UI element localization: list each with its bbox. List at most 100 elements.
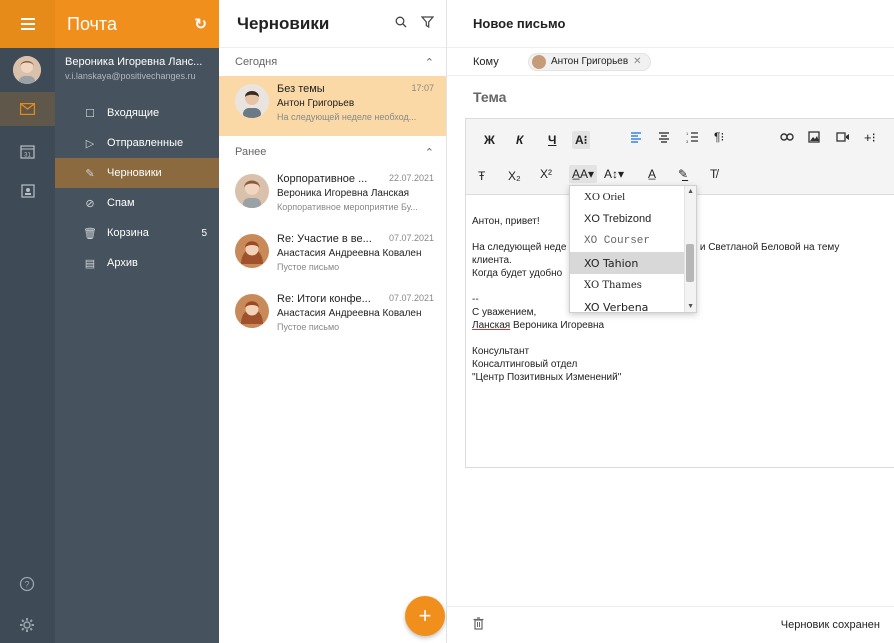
font-family-button[interactable]: A̲A▾ [569,165,598,183]
settings-icon[interactable] [19,617,35,633]
list-item[interactable]: Re: Участие в ве... 07.07.2021 Анастасия … [219,226,446,286]
message-date: 07.07.2021 [388,233,434,243]
message-from: Анастасия Андреевна Ковален [277,248,422,259]
font-option[interactable]: XO Verbena [570,296,696,313]
align-left-icon[interactable] [630,131,642,146]
contacts-icon [20,183,36,199]
scrollbar-thumb[interactable] [686,244,694,282]
list-item[interactable]: Корпоративное ... 22.07.2021 Вероника Иго… [219,166,446,226]
message-from: Вероника Игоревна Ланская [277,188,410,199]
menu-button[interactable] [0,0,55,48]
clear-format-button[interactable]: T̸ [710,167,717,181]
body-line: Ланская Вероника Игоревна [472,320,605,331]
collapse-icon[interactable]: ⌃ [425,56,434,69]
compose-button[interactable]: + [405,596,445,636]
font-option[interactable]: XO Oriel [570,186,696,208]
message-subject: Корпоративное ... [277,173,368,185]
to-label: Кому [473,55,499,68]
image-icon[interactable] [808,131,820,146]
trash-count-badge: 5 [201,227,207,239]
recipient-chip[interactable]: Антон Григорьев ✕ [528,52,651,71]
help-icon[interactable]: ? [19,576,35,592]
account-info[interactable]: Вероника Игоревна Ланс... v.i.lanskaya@p… [55,48,219,98]
font-family-dropdown[interactable]: XO Oriel XO Trebizond XO Courser XO Tahi… [569,185,697,313]
folders-header: Почта ↻ [55,0,219,48]
message-preview: Корпоративное мероприятие Бу... [277,202,418,212]
align-center-icon[interactable] [658,131,670,146]
video-icon[interactable] [836,131,850,146]
recipient-row[interactable]: Кому Антон Григорьев ✕ [447,48,894,76]
paragraph-icon[interactable]: ¶⁝ [714,130,724,144]
recipient-name: Антон Григорьев [551,56,629,67]
line-height-button[interactable]: A↕▾ [604,167,624,181]
font-size-button[interactable]: A⁝ [572,131,591,149]
message-preview: Пустое письмо [277,262,340,272]
svg-text:1: 1 [686,131,689,136]
delete-draft-icon[interactable] [473,617,484,633]
send-icon: ▷ [85,137,95,150]
message-from: Антон Григорьев [277,98,355,109]
group-earlier[interactable]: Ранее ⌃ [219,138,446,166]
rail-calendar[interactable]: 31 [0,134,55,168]
font-option-selected[interactable]: XO Tahion [570,252,696,274]
folder-label: Архив [107,257,138,269]
search-icon[interactable] [395,16,407,31]
highlight-button[interactable]: ✎̲ [678,167,688,181]
rail-contacts[interactable] [0,174,55,208]
body-line: Консультант [472,346,530,357]
message-date: 07.07.2021 [388,293,434,303]
avatar [235,84,269,118]
message-list-panel: Черновики Сегодня ⌃ Без темы 17:07 Антон … [219,0,447,643]
list-title: Черновики [237,13,330,33]
dropdown-scrollbar[interactable]: ▲ ▼ [684,186,696,312]
calendar-icon: 31 [20,143,36,159]
superscript-button[interactable]: X² [540,167,552,181]
underline-button[interactable]: Ч [548,133,556,147]
scroll-up-icon[interactable]: ▲ [687,188,694,195]
strikethrough-button[interactable]: Ŧ [478,169,485,183]
folder-spam[interactable]: ⊘ Спам [55,188,219,218]
font-option[interactable]: XO Courser [570,230,696,252]
avatar [235,294,269,328]
folder-label: Входящие [107,107,160,119]
group-label: Ранее [235,146,267,158]
app-title: Почта [67,13,117,34]
compose-title: Новое письмо [447,0,894,48]
avatar [532,54,546,69]
bold-button[interactable]: Ж [484,133,495,147]
folder-sent[interactable]: ▷ Отправленные [55,128,219,158]
group-today[interactable]: Сегодня ⌃ [219,48,446,76]
svg-text:3: 3 [686,139,689,143]
compose-panel: Новое письмо Кому Антон Григорьев ✕ Тема… [447,0,894,643]
filter-icon[interactable] [420,16,435,31]
refresh-icon[interactable]: ↻ [194,15,207,33]
italic-button[interactable]: К [516,133,523,147]
link-icon[interactable] [780,131,794,145]
folder-inbox[interactable]: ☐ Входящие [55,98,219,128]
hamburger-icon [20,23,35,25]
collapse-icon[interactable]: ⌃ [425,146,434,159]
folder-trash[interactable]: 🗑 Корзина 5 [55,218,219,248]
numbered-list-icon[interactable]: 13 [686,131,699,146]
user-avatar-icon [13,56,41,84]
list-item[interactable]: Без темы 17:07 Антон Григорьев На следующ… [219,76,446,136]
insert-more-icon[interactable]: +⁝ [864,130,876,146]
app-rail: 31 ? [0,0,55,643]
format-toolbar: Ж К Ч A⁝ 13 ¶⁝ +⁝ Ŧ X₂ X² A̲A▾ A↕▾ A̲ ✎̲… [466,119,894,195]
folder-drafts[interactable]: ✎ Черновики [55,158,219,188]
draft-icon: ✎ [85,167,95,180]
subject-field[interactable]: Тема [447,76,894,118]
subscript-button[interactable]: X₂ [508,169,521,183]
font-option[interactable]: XO Trebizond [570,208,696,230]
list-item[interactable]: Re: Итоги конфе... 07.07.2021 Анастасия А… [219,286,446,346]
scroll-down-icon[interactable]: ▼ [687,303,694,310]
rail-mail[interactable] [0,92,55,126]
avatar[interactable] [13,56,41,84]
text-color-button[interactable]: A̲ [648,167,656,181]
avatar [235,234,269,268]
folder-archive[interactable]: ▤ Архив [55,248,219,278]
message-subject: Без темы [277,83,325,95]
remove-recipient-icon[interactable]: ✕ [633,56,641,67]
message-from: Анастасия Андреевна Ковален [277,308,422,319]
font-option[interactable]: XO Thames [570,274,696,296]
